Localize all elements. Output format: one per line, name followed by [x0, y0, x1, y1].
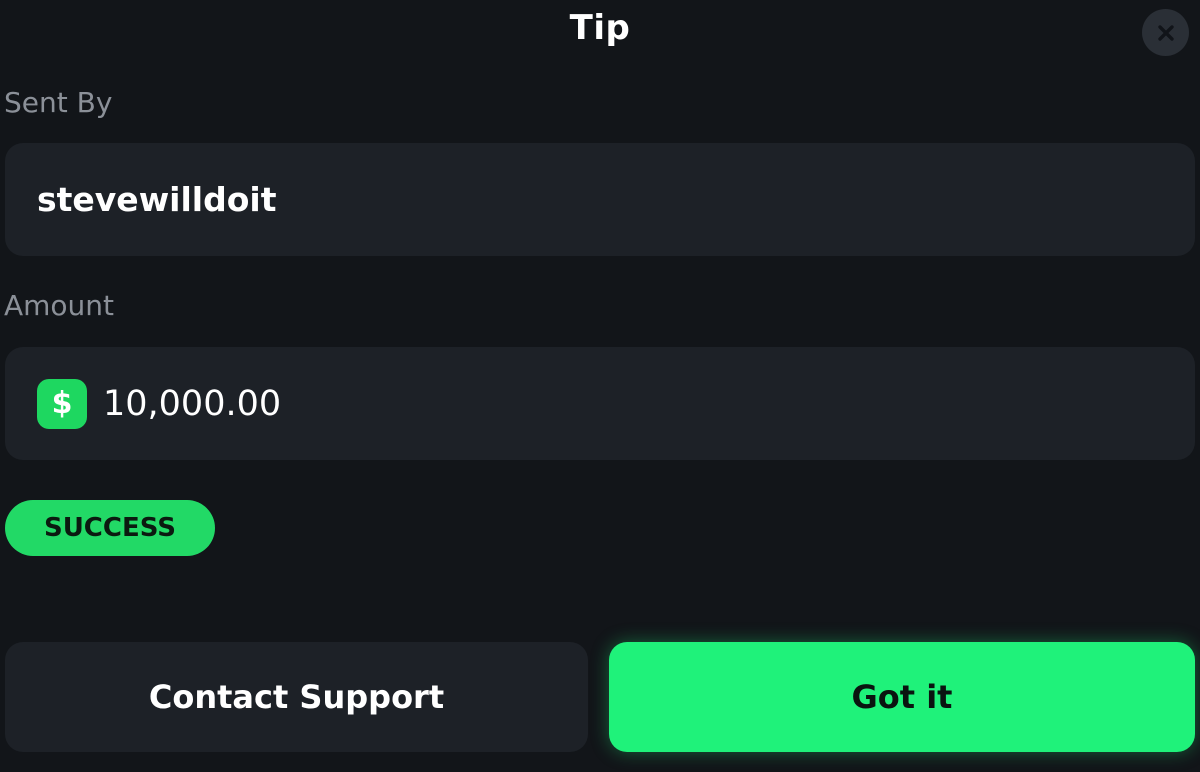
status-badge: SUCCESS: [5, 500, 215, 556]
amount-value: 10,000.00: [103, 383, 282, 424]
got-it-button[interactable]: Got it: [609, 642, 1195, 752]
amount-field: $ 10,000.00: [5, 347, 1195, 460]
sent-by-field: stevewilldoit: [5, 143, 1195, 256]
sent-by-label: Sent By: [4, 86, 113, 119]
contact-support-button[interactable]: Contact Support: [5, 642, 588, 752]
sent-by-value: stevewilldoit: [37, 180, 277, 219]
tip-modal: Tip Sent By stevewilldoit Amount $ 10,00…: [0, 0, 1200, 772]
close-button[interactable]: [1142, 9, 1189, 56]
close-icon: [1157, 24, 1174, 41]
amount-label: Amount: [4, 289, 115, 322]
dollar-icon: $: [37, 378, 87, 429]
modal-title: Tip: [569, 8, 631, 48]
